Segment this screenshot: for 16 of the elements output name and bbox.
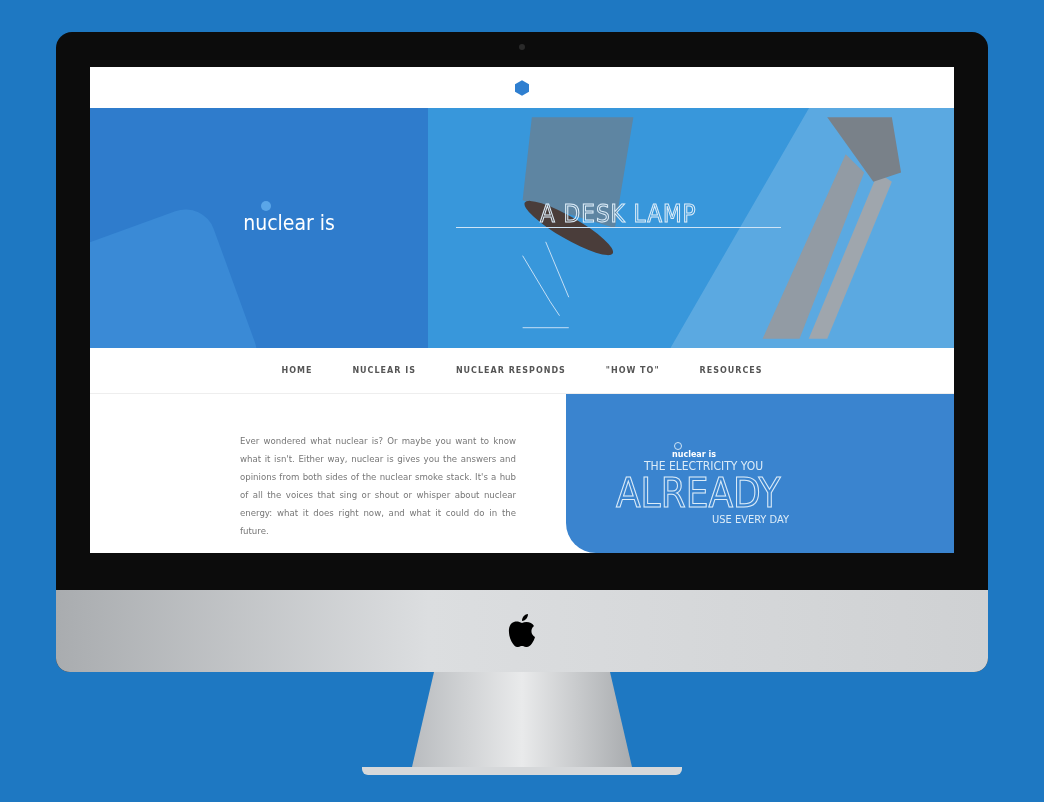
- nav-link[interactable]: NUCLEAR IS: [352, 366, 416, 375]
- nav-link[interactable]: NUCLEAR RESPONDS: [455, 366, 566, 375]
- hexagon-logo-icon[interactable]: [515, 79, 529, 96]
- promo-line: USE EVERY DAY: [712, 512, 789, 526]
- intro-paragraph: Ever wondered what nuclear is? Or maybe you want to know what it isn't. Either way, nuclear is gives you the answers and opinions from both sides of the nuclear smoke stack. It's a hub of all the voices that sing or shout or whisper about nuclear energy: what it does right now, and what it could do in the future.: [240, 435, 516, 538]
- circle-icon: [261, 201, 272, 211]
- nav-link[interactable]: "HOW TO": [605, 366, 660, 375]
- brand-title: nuclear is: [243, 211, 335, 235]
- promo-headline: ALREADY: [616, 472, 781, 513]
- nav-link[interactable]: HOME: [281, 366, 313, 375]
- camera-icon: [519, 44, 525, 50]
- apple-icon: [507, 613, 537, 649]
- promo-brand: nuclear is: [672, 449, 716, 459]
- nav-link[interactable]: RESOURCES: [699, 366, 763, 375]
- lamp-caption: A DESK LAMP: [540, 200, 697, 228]
- promo-line: THE ELECTRICITY YOU: [644, 458, 764, 473]
